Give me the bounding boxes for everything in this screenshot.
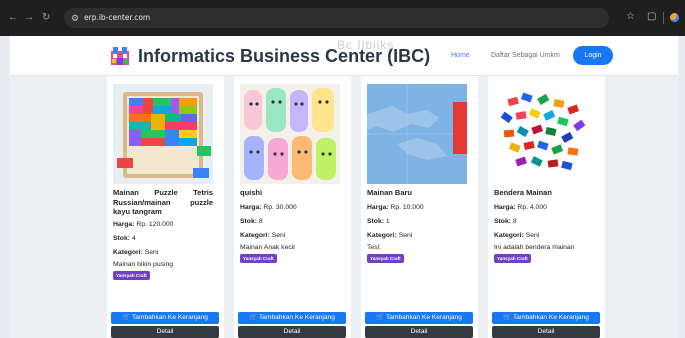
site-navbar: Informatics Business Center (IBC) Bc Ilb…	[10, 36, 678, 76]
add-to-cart-label: Tambahkan Ke Keranjang	[132, 314, 208, 321]
address-bar[interactable]: ⚙ erp.ib-center.com	[64, 8, 609, 28]
product-card: Mainan Puzzle Tetris Russian/mainan puzz…	[107, 76, 224, 338]
category-label: Kategori:	[494, 232, 524, 239]
product-category: Kategori: Seni	[113, 248, 215, 257]
price-value: Rp. 120.000	[136, 221, 174, 228]
store-badge[interactable]: Yansyah Craft	[494, 254, 531, 263]
toolbar-divider	[663, 12, 664, 24]
price-label: Harga:	[367, 204, 389, 211]
product-card: quishi Harga: Rp. 30.000 Stok: 8 Kategor…	[234, 76, 351, 338]
stock-value: 8	[512, 218, 517, 225]
add-to-cart-label: Tambahkan Ke Keranjang	[386, 314, 462, 321]
category-value: Seni	[525, 232, 540, 239]
price-label: Harga:	[240, 204, 262, 211]
cart-icon: 🛒	[376, 314, 385, 321]
price-value: Rp. 4.000	[517, 204, 547, 211]
browser-chrome: ← → ↻ ⚙ erp.ib-center.com ☆ ▢	[0, 0, 685, 36]
product-description: Mainan bikin pusing	[113, 261, 174, 268]
product-price: Harga: Rp. 10.000	[367, 203, 469, 212]
product-name[interactable]: Mainan Puzzle Tetris Russian/mainan puzz…	[113, 188, 213, 217]
detail-button[interactable]: Detail	[365, 326, 473, 338]
extension-icon[interactable]: ▢	[647, 12, 656, 22]
nav-link-register-umkm[interactable]: Daftar Sebagai Umkm	[491, 51, 560, 61]
cart-icon: 🛒	[122, 314, 131, 321]
product-card: Mainan Baru Harga: Rp. 10.000 Stok: 1 Ka…	[361, 76, 478, 338]
detail-button[interactable]: Detail	[238, 326, 346, 338]
product-stock: Stok: 8	[240, 217, 342, 226]
product-description: Test	[367, 244, 380, 251]
category-value: Seni	[271, 232, 286, 239]
product-category: Kategori: Seni	[367, 231, 469, 240]
stock-value: 4	[131, 235, 136, 242]
overlay-ghost-text: Bc Ilbiiks	[337, 38, 395, 52]
add-to-cart-button[interactable]: 🛒 Tambahkan Ke Keranjang	[111, 312, 219, 324]
site-info-icon[interactable]: ⚙	[71, 13, 81, 23]
product-stock: Stok: 8	[494, 217, 596, 226]
add-to-cart-button[interactable]: 🛒 Tambahkan Ke Keranjang	[492, 312, 600, 324]
product-name[interactable]: Bendera Mainan	[494, 188, 594, 198]
stock-label: Stok:	[494, 218, 511, 225]
price-value: Rp. 10.000	[390, 204, 424, 211]
product-price: Harga: Rp. 120.000	[113, 220, 215, 229]
product-category: Kategori: Seni	[240, 231, 342, 240]
product-description: Ini adalah bendera mainan	[494, 244, 575, 251]
profile-avatar[interactable]	[670, 13, 679, 22]
product-card: Bendera Mainan Harga: Rp. 4.000 Stok: 8 …	[488, 76, 605, 338]
product-name[interactable]: Mainan Baru	[367, 188, 467, 198]
cart-icon: 🛒	[249, 314, 258, 321]
product-image-squishy[interactable]	[240, 84, 340, 184]
category-value: Seni	[398, 232, 413, 239]
login-button[interactable]: Login	[573, 46, 613, 65]
category-value: Seni	[144, 249, 159, 256]
product-description: Mainan Anak kecil	[240, 244, 295, 251]
product-name[interactable]: quishi	[240, 188, 340, 198]
add-to-cart-button[interactable]: 🛒 Tambahkan Ke Keranjang	[238, 312, 346, 324]
price-label: Harga:	[113, 221, 135, 228]
product-stock: Stok: 1	[367, 217, 469, 226]
detail-button[interactable]: Detail	[492, 326, 600, 338]
stock-label: Stok:	[367, 218, 384, 225]
store-badge[interactable]: Yansyah Craft	[367, 254, 404, 263]
forward-arrow-icon[interactable]: →	[24, 13, 34, 23]
stock-label: Stok:	[113, 235, 130, 242]
category-label: Kategori:	[240, 232, 270, 239]
add-to-cart-label: Tambahkan Ke Keranjang	[259, 314, 335, 321]
product-image-puzzle[interactable]	[113, 84, 213, 184]
add-to-cart-button[interactable]: 🛒 Tambahkan Ke Keranjang	[365, 312, 473, 324]
back-arrow-icon[interactable]: ←	[8, 13, 18, 23]
url-text: erp.ib-center.com	[84, 13, 151, 22]
store-badge[interactable]: Yansyah Craft	[113, 271, 150, 280]
store-badge[interactable]: Yansyah Craft	[240, 254, 277, 263]
product-list: Mainan Puzzle Tetris Russian/mainan puzz…	[10, 76, 678, 338]
ibc-logo-icon[interactable]	[109, 45, 131, 67]
stock-value: 8	[258, 218, 263, 225]
price-value: Rp. 30.000	[263, 204, 297, 211]
product-image-map[interactable]	[367, 84, 467, 184]
product-category: Kategori: Seni	[494, 231, 596, 240]
product-stock: Stok: 4	[113, 234, 215, 243]
nav-link-home[interactable]: Home	[451, 51, 470, 61]
product-price: Harga: Rp. 4.000	[494, 203, 596, 212]
stock-label: Stok:	[240, 218, 257, 225]
add-to-cart-label: Tambahkan Ke Keranjang	[513, 314, 589, 321]
product-price: Harga: Rp. 30.000	[240, 203, 342, 212]
price-label: Harga:	[494, 204, 516, 211]
detail-button[interactable]: Detail	[111, 326, 219, 338]
cart-icon: 🛒	[503, 314, 512, 321]
product-image-flags[interactable]	[494, 84, 594, 184]
star-icon[interactable]: ☆	[626, 12, 635, 22]
stock-value: 1	[385, 218, 390, 225]
reload-icon[interactable]: ↻	[42, 13, 50, 23]
category-label: Kategori:	[113, 249, 143, 256]
category-label: Kategori:	[367, 232, 397, 239]
